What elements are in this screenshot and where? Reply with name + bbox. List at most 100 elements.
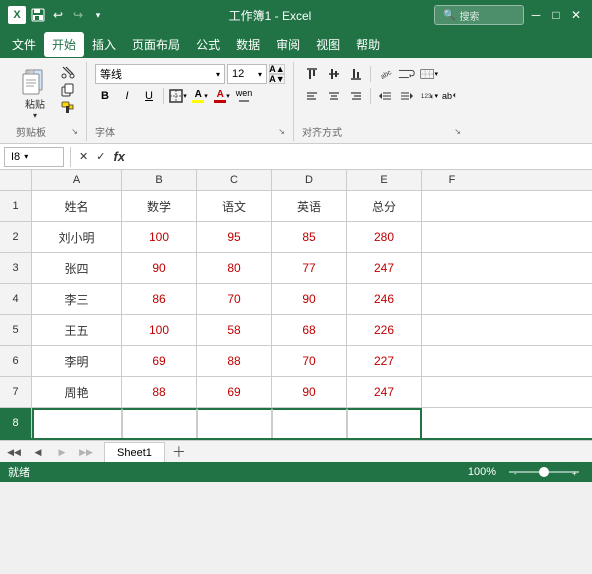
cell-c8[interactable] — [197, 408, 272, 438]
cell-f5[interactable] — [422, 315, 482, 345]
cell-a7[interactable]: 周艳 — [32, 377, 122, 407]
cell-c1[interactable]: 语文 — [197, 191, 272, 221]
cell-c6[interactable]: 88 — [197, 346, 272, 376]
col-header-c[interactable]: C — [197, 170, 272, 190]
cell-a5[interactable]: 王五 — [32, 315, 122, 345]
cell-f1[interactable] — [422, 191, 482, 221]
cell-f6[interactable] — [422, 346, 482, 376]
redo-icon[interactable]: ↪ — [70, 7, 86, 23]
more-quickaccess-icon[interactable]: ▾ — [90, 7, 106, 23]
zoom-slider[interactable]: - + — [504, 466, 584, 478]
cell-d4[interactable]: 90 — [272, 284, 347, 314]
font-expand-icon[interactable]: ↘ — [278, 127, 285, 136]
cell-e3[interactable]: 247 — [347, 253, 422, 283]
cell-b3[interactable]: 90 — [122, 253, 197, 283]
cell-f8[interactable] — [422, 408, 482, 438]
merge-button[interactable]: ▾ — [419, 64, 439, 84]
col-header-b[interactable]: B — [122, 170, 197, 190]
cell-d2[interactable]: 85 — [272, 222, 347, 252]
cell-d7[interactable]: 90 — [272, 377, 347, 407]
cell-reference[interactable]: I8 ▾ — [4, 147, 64, 167]
row-number-8[interactable]: 8 — [0, 408, 32, 438]
scroll-sheets-next-button[interactable]: ▶ — [52, 442, 72, 462]
insert-function-button[interactable]: fx — [111, 149, 127, 164]
cell-e7[interactable]: 247 — [347, 377, 422, 407]
cell-e4[interactable]: 246 — [347, 284, 422, 314]
cell-a3[interactable]: 张四 — [32, 253, 122, 283]
text-format-button[interactable]: wen ══ — [234, 86, 254, 106]
decrease-indent-button[interactable] — [375, 86, 395, 106]
underline-button[interactable]: U — [139, 86, 159, 106]
cell-b2[interactable]: 100 — [122, 222, 197, 252]
cell-d3[interactable]: 77 — [272, 253, 347, 283]
orientation-button[interactable]: abc — [375, 64, 395, 84]
close-icon[interactable]: ✕ — [568, 7, 584, 23]
border-button[interactable]: ▾ — [168, 86, 188, 106]
col-header-a[interactable]: A — [32, 170, 122, 190]
search-box[interactable]: 🔍 搜索 — [434, 5, 524, 25]
scroll-sheets-right-button[interactable]: ▶▶ — [76, 442, 96, 462]
row-number-4[interactable]: 4 — [0, 284, 32, 314]
font-name-selector[interactable]: 等线 ▾ — [95, 64, 225, 84]
confirm-formula-button[interactable]: ✓ — [94, 150, 107, 163]
scroll-sheets-left-button[interactable]: ◀◀ — [4, 442, 24, 462]
cell-f7[interactable] — [422, 377, 482, 407]
cell-a2[interactable]: 刘小明 — [32, 222, 122, 252]
align-middle-button[interactable] — [324, 64, 344, 84]
cell-c5[interactable]: 58 — [197, 315, 272, 345]
cell-a1[interactable]: 姓名 — [32, 191, 122, 221]
number-format-button[interactable]: 123 ▾ — [419, 86, 439, 106]
row-number-2[interactable]: 2 — [0, 222, 32, 252]
col-header-d[interactable]: D — [272, 170, 347, 190]
menu-insert[interactable]: 插入 — [84, 32, 124, 57]
cell-b7[interactable]: 88 — [122, 377, 197, 407]
bold-button[interactable]: B — [95, 86, 115, 106]
increase-font-button[interactable]: A▲ — [269, 64, 285, 74]
align-bottom-button[interactable] — [346, 64, 366, 84]
menu-start[interactable]: 开始 — [44, 32, 84, 57]
menu-help[interactable]: 帮助 — [348, 32, 388, 57]
row-number-7[interactable]: 7 — [0, 377, 32, 407]
cell-d8[interactable] — [272, 408, 347, 438]
cellref-dropdown-icon[interactable]: ▾ — [24, 152, 28, 161]
cell-a4[interactable]: 李三 — [32, 284, 122, 314]
cell-d5[interactable]: 68 — [272, 315, 347, 345]
cell-a8[interactable] — [32, 408, 122, 438]
cell-b8[interactable] — [122, 408, 197, 438]
cell-d6[interactable]: 70 — [272, 346, 347, 376]
cell-e1[interactable]: 总分 — [347, 191, 422, 221]
size-dropdown-icon[interactable]: ▾ — [258, 70, 262, 79]
decrease-font-button[interactable]: A▼ — [269, 74, 285, 84]
scroll-sheets-prev-button[interactable]: ◀ — [28, 442, 48, 462]
format-painter-button[interactable] — [58, 100, 78, 116]
cell-c4[interactable]: 70 — [197, 284, 272, 314]
font-dropdown-icon[interactable]: ▾ — [216, 70, 220, 79]
cell-c2[interactable]: 95 — [197, 222, 272, 252]
cell-e6[interactable]: 227 — [347, 346, 422, 376]
fill-color-button[interactable]: A ▾ — [190, 86, 210, 106]
undo-icon[interactable]: ↩ — [50, 7, 66, 23]
cell-b1[interactable]: 数学 — [122, 191, 197, 221]
cell-e5[interactable]: 226 — [347, 315, 422, 345]
cell-d1[interactable]: 英语 — [272, 191, 347, 221]
cell-f2[interactable] — [422, 222, 482, 252]
italic-button[interactable]: I — [117, 86, 137, 106]
add-sheet-button[interactable]: ＋ — [169, 442, 189, 462]
menu-layout[interactable]: 页面布局 — [124, 32, 188, 57]
align-left-button[interactable] — [302, 86, 322, 106]
row-number-6[interactable]: 6 — [0, 346, 32, 376]
align-right-button[interactable] — [346, 86, 366, 106]
cell-c3[interactable]: 80 — [197, 253, 272, 283]
menu-file[interactable]: 文件 — [4, 32, 44, 57]
font-size-selector[interactable]: 12 ▾ — [227, 64, 267, 84]
cell-a6[interactable]: 李明 — [32, 346, 122, 376]
menu-view[interactable]: 视图 — [308, 32, 348, 57]
cell-b6[interactable]: 69 — [122, 346, 197, 376]
row-number-1[interactable]: 1 — [0, 191, 32, 221]
cell-f4[interactable] — [422, 284, 482, 314]
align-center-button[interactable] — [324, 86, 344, 106]
save-icon[interactable] — [30, 7, 46, 23]
row-number-5[interactable]: 5 — [0, 315, 32, 345]
maximize-icon[interactable]: □ — [548, 7, 564, 23]
menu-data[interactable]: 数据 — [228, 32, 268, 57]
